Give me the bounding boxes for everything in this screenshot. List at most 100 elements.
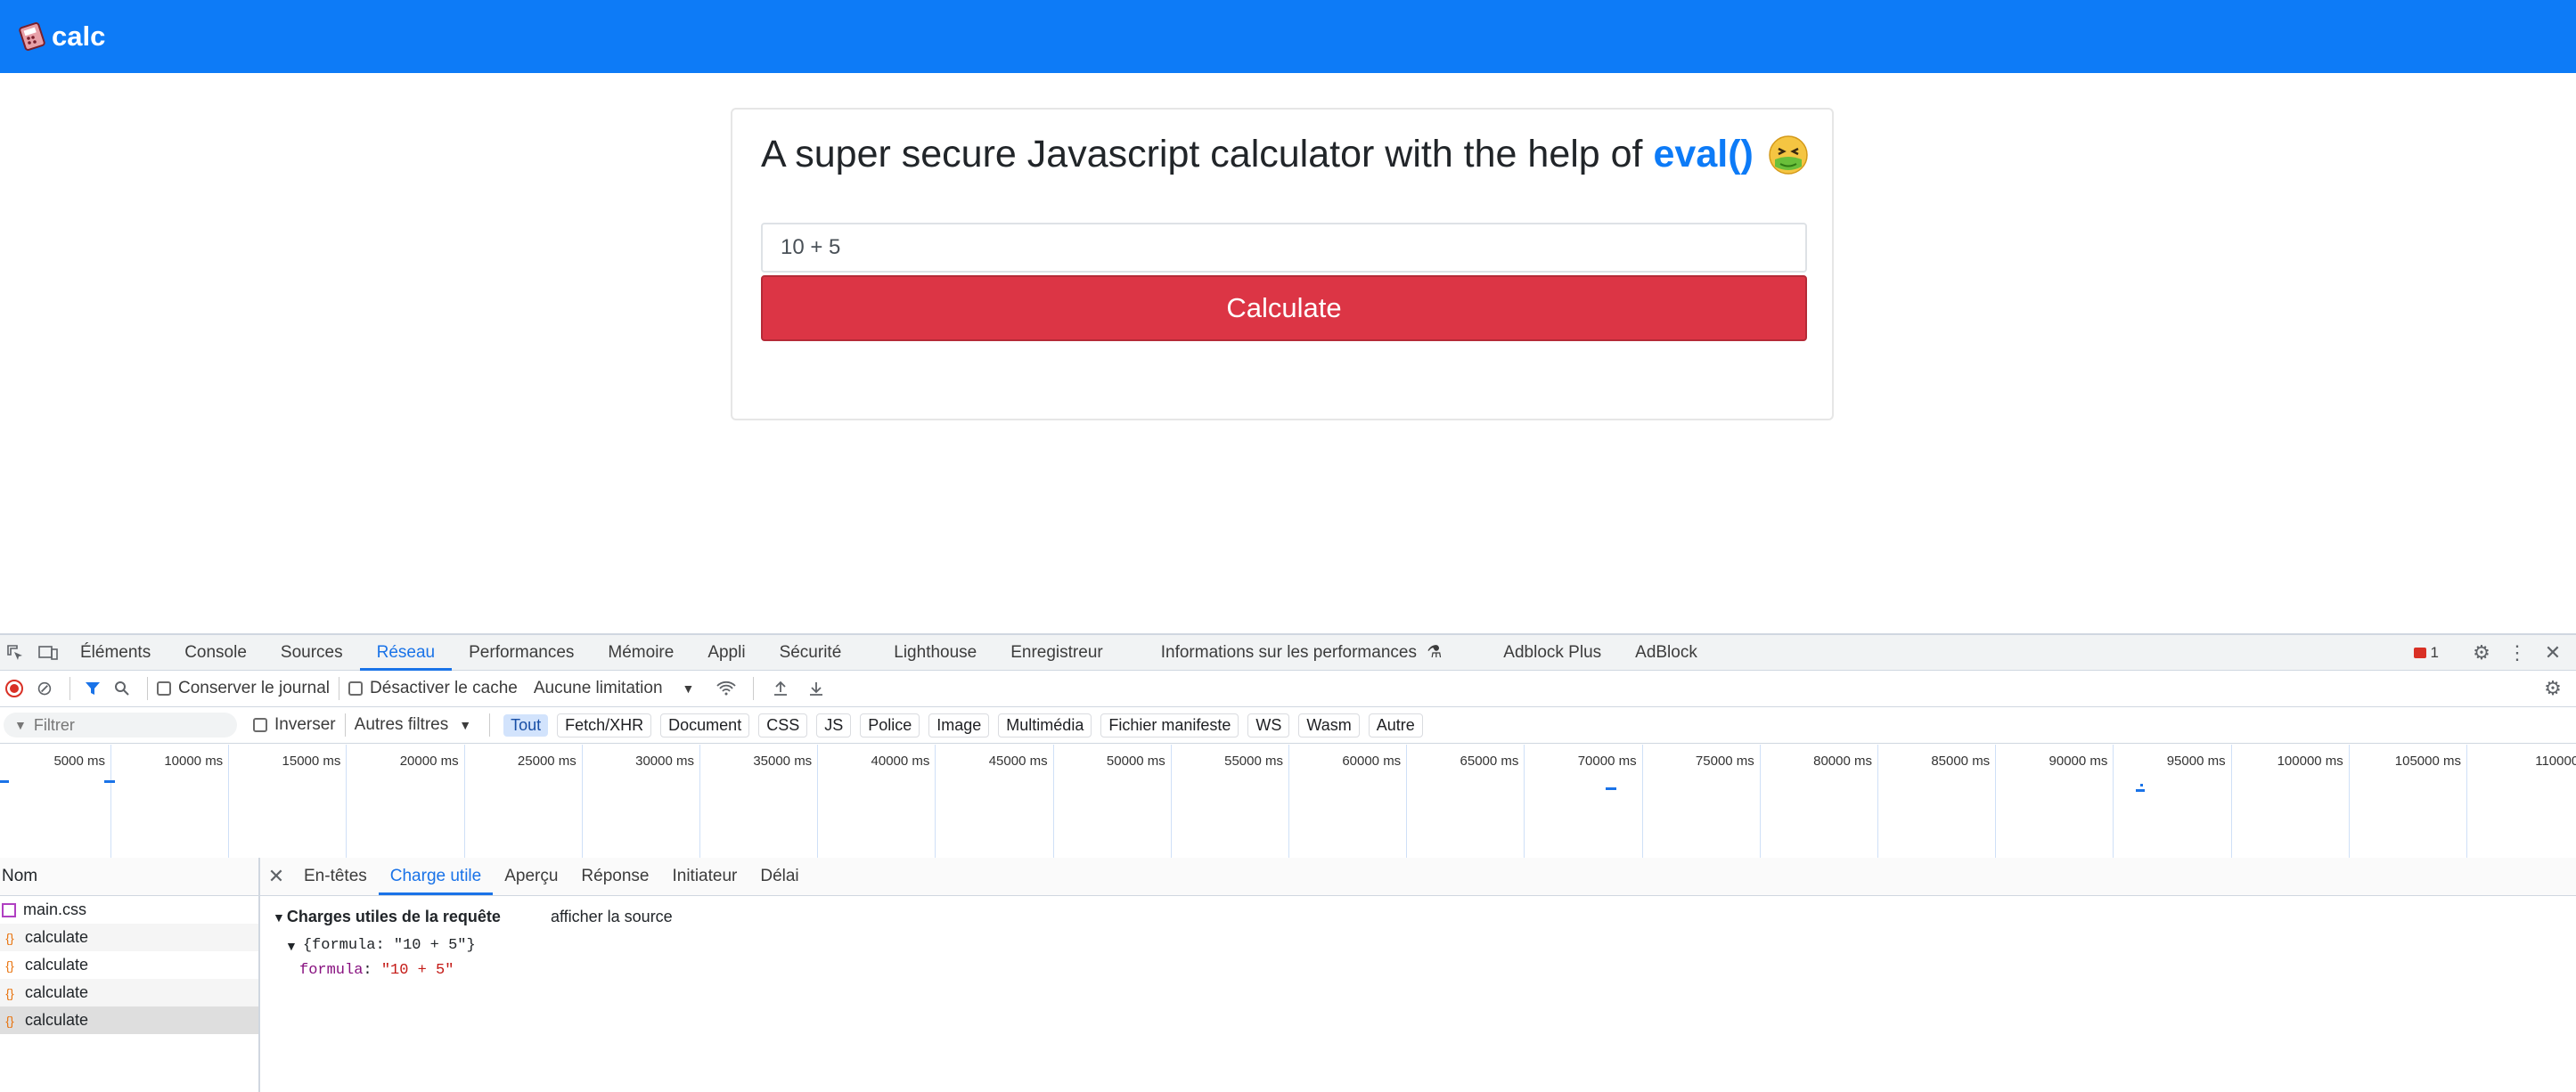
brand-name: calc: [52, 20, 106, 52]
calculate-button[interactable]: Calculate: [761, 275, 1807, 341]
device-toolbar-icon[interactable]: [30, 635, 66, 671]
preserve-log-label: Conserver le journal: [178, 679, 331, 697]
detail-tab-timing[interactable]: Délai: [748, 858, 810, 895]
payload-object-summary: {formula: "10 + 5"}: [302, 937, 476, 954]
payload-value: "10 + 5": [380, 962, 454, 979]
close-devtools-icon[interactable]: ✕: [2535, 635, 2571, 671]
request-row[interactable]: {} calculate: [0, 951, 258, 979]
navbar: calc: [0, 0, 2576, 73]
filter-type-js[interactable]: JS: [816, 713, 852, 738]
separator: [147, 677, 148, 700]
timeline-request-mark: [104, 780, 115, 783]
dropdown-arrow-icon: ▼: [459, 718, 472, 732]
network-settings-gear-icon[interactable]: ⚙: [2535, 671, 2571, 706]
tab-adblock-plus[interactable]: Adblock Plus: [1459, 635, 1618, 671]
filter-placeholder: Filtrer: [33, 715, 75, 734]
clear-icon[interactable]: ⊘: [29, 671, 61, 706]
filter-type-css[interactable]: CSS: [758, 713, 808, 738]
disable-cache-checkbox[interactable]: Désactiver le cache: [348, 679, 518, 698]
timeline-request-mark: [2140, 784, 2143, 786]
tab-elements[interactable]: Éléments: [66, 635, 168, 671]
payload-section-title[interactable]: Charges utiles de la requête: [287, 908, 501, 926]
invert-checkbox[interactable]: Inverser: [253, 715, 336, 735]
separator: [344, 713, 346, 737]
tab-lighthouse[interactable]: Lighthouse: [858, 635, 994, 671]
filter-type-media[interactable]: Multimédia: [998, 713, 1092, 738]
detail-tab-payload[interactable]: Charge utile: [378, 858, 494, 895]
tab-recorder[interactable]: Enregistreur: [994, 635, 1120, 671]
tab-network[interactable]: Réseau: [359, 635, 453, 671]
import-har-icon[interactable]: [763, 671, 798, 706]
filter-type-other[interactable]: Autre: [1368, 713, 1423, 738]
export-har-icon[interactable]: [798, 671, 834, 706]
page-title: A super secure Javascript calculator wit…: [761, 133, 1809, 176]
filter-type-document[interactable]: Document: [660, 713, 750, 738]
close-detail-icon[interactable]: ✕: [260, 859, 292, 894]
search-icon[interactable]: [106, 671, 138, 706]
checkbox-box: [253, 718, 267, 732]
tab-memory[interactable]: Mémoire: [591, 635, 691, 671]
fetch-braces-icon: {}: [5, 1013, 14, 1028]
filter-type-all[interactable]: Tout: [503, 713, 549, 737]
css-file-icon: [2, 902, 16, 917]
column-header-name[interactable]: Nom: [0, 858, 258, 896]
section-expand-triangle-icon[interactable]: ▼: [273, 910, 285, 925]
nauseated-face-icon: [1768, 134, 1809, 175]
timeline-request-mark: [1606, 787, 1616, 790]
tab-adblock[interactable]: AdBlock: [1618, 635, 1714, 671]
filter-funnel-icon[interactable]: [79, 671, 106, 706]
throttling-value: Aucune limitation: [533, 679, 663, 697]
record-stop-icon[interactable]: [0, 671, 29, 706]
filter-type-image[interactable]: Image: [928, 713, 990, 738]
tab-sources[interactable]: Sources: [264, 635, 360, 671]
tab-performance[interactable]: Performances: [452, 635, 591, 671]
timeline-request-mark: [2136, 789, 2145, 792]
timeline-request-mark: [0, 780, 9, 783]
inspect-element-icon[interactable]: [0, 635, 30, 671]
filter-type-ws[interactable]: WS: [1247, 713, 1290, 738]
filter-funnel-icon: ▼: [14, 718, 27, 732]
payload-colon: :: [363, 962, 381, 979]
filter-type-fetch-xhr[interactable]: Fetch/XHR: [557, 713, 652, 738]
disable-cache-label: Désactiver le cache: [370, 679, 518, 697]
issue-count: 1: [2430, 643, 2439, 661]
detail-tab-preview[interactable]: Aperçu: [493, 858, 569, 895]
more-options-icon[interactable]: ⋮: [2499, 635, 2535, 671]
tab-application[interactable]: Appli: [691, 635, 762, 671]
payload-key: formula: [299, 962, 364, 979]
more-filters-dropdown[interactable]: Autres filtres ▼: [355, 715, 471, 735]
network-toolbar: ⊘ Conserver le journal Désactiver le cac…: [0, 671, 2576, 707]
filter-type-manifest[interactable]: Fichier manifeste: [1100, 713, 1239, 738]
object-expand-triangle-icon[interactable]: ▼: [285, 939, 298, 953]
network-conditions-icon[interactable]: [708, 671, 744, 706]
tab-performance-insights[interactable]: Informations sur les performances ⚗: [1120, 635, 1460, 671]
network-filter-bar: ▼ Filtrer Inverser Autres filtres ▼ Tout…: [0, 707, 2576, 744]
filter-input[interactable]: ▼ Filtrer: [4, 713, 237, 738]
issues-badge[interactable]: 1: [2413, 643, 2439, 662]
brand-link[interactable]: calc: [18, 20, 105, 53]
detail-tab-initiator[interactable]: Initiateur: [660, 858, 748, 895]
formula-input[interactable]: [761, 223, 1807, 273]
settings-gear-icon[interactable]: ⚙: [2464, 635, 2499, 671]
throttling-select[interactable]: Aucune limitation ▼: [534, 679, 695, 698]
tab-security[interactable]: Sécurité: [763, 635, 859, 671]
invert-label: Inverser: [274, 715, 336, 734]
request-row[interactable]: {} calculate: [0, 979, 258, 1006]
detail-tab-response[interactable]: Réponse: [569, 858, 660, 895]
request-row-selected[interactable]: {} calculate: [0, 1006, 258, 1034]
devtools-panel: Éléments Console Sources Réseau Performa…: [0, 633, 2576, 1092]
request-row[interactable]: main.css: [0, 896, 258, 924]
preserve-log-checkbox[interactable]: Conserver le journal: [157, 679, 330, 698]
request-row[interactable]: {} calculate: [0, 924, 258, 951]
fetch-braces-icon: {}: [5, 985, 14, 1000]
tab-console[interactable]: Console: [168, 635, 264, 671]
timeline-tick: 110000: [0, 745, 2576, 858]
view-source-link[interactable]: afficher la source: [551, 908, 673, 926]
detail-tab-headers[interactable]: En-têtes: [292, 858, 379, 895]
filter-type-wasm[interactable]: Wasm: [1298, 713, 1360, 738]
network-timeline-overview[interactable]: 5000 ms 10000 ms 15000 ms 20000 ms 25000 ms 3…: [0, 745, 2576, 859]
request-name: calculate: [25, 983, 89, 1001]
checkbox-box: [348, 681, 364, 696]
filter-type-font[interactable]: Police: [860, 713, 920, 738]
request-name: calculate: [25, 928, 89, 946]
